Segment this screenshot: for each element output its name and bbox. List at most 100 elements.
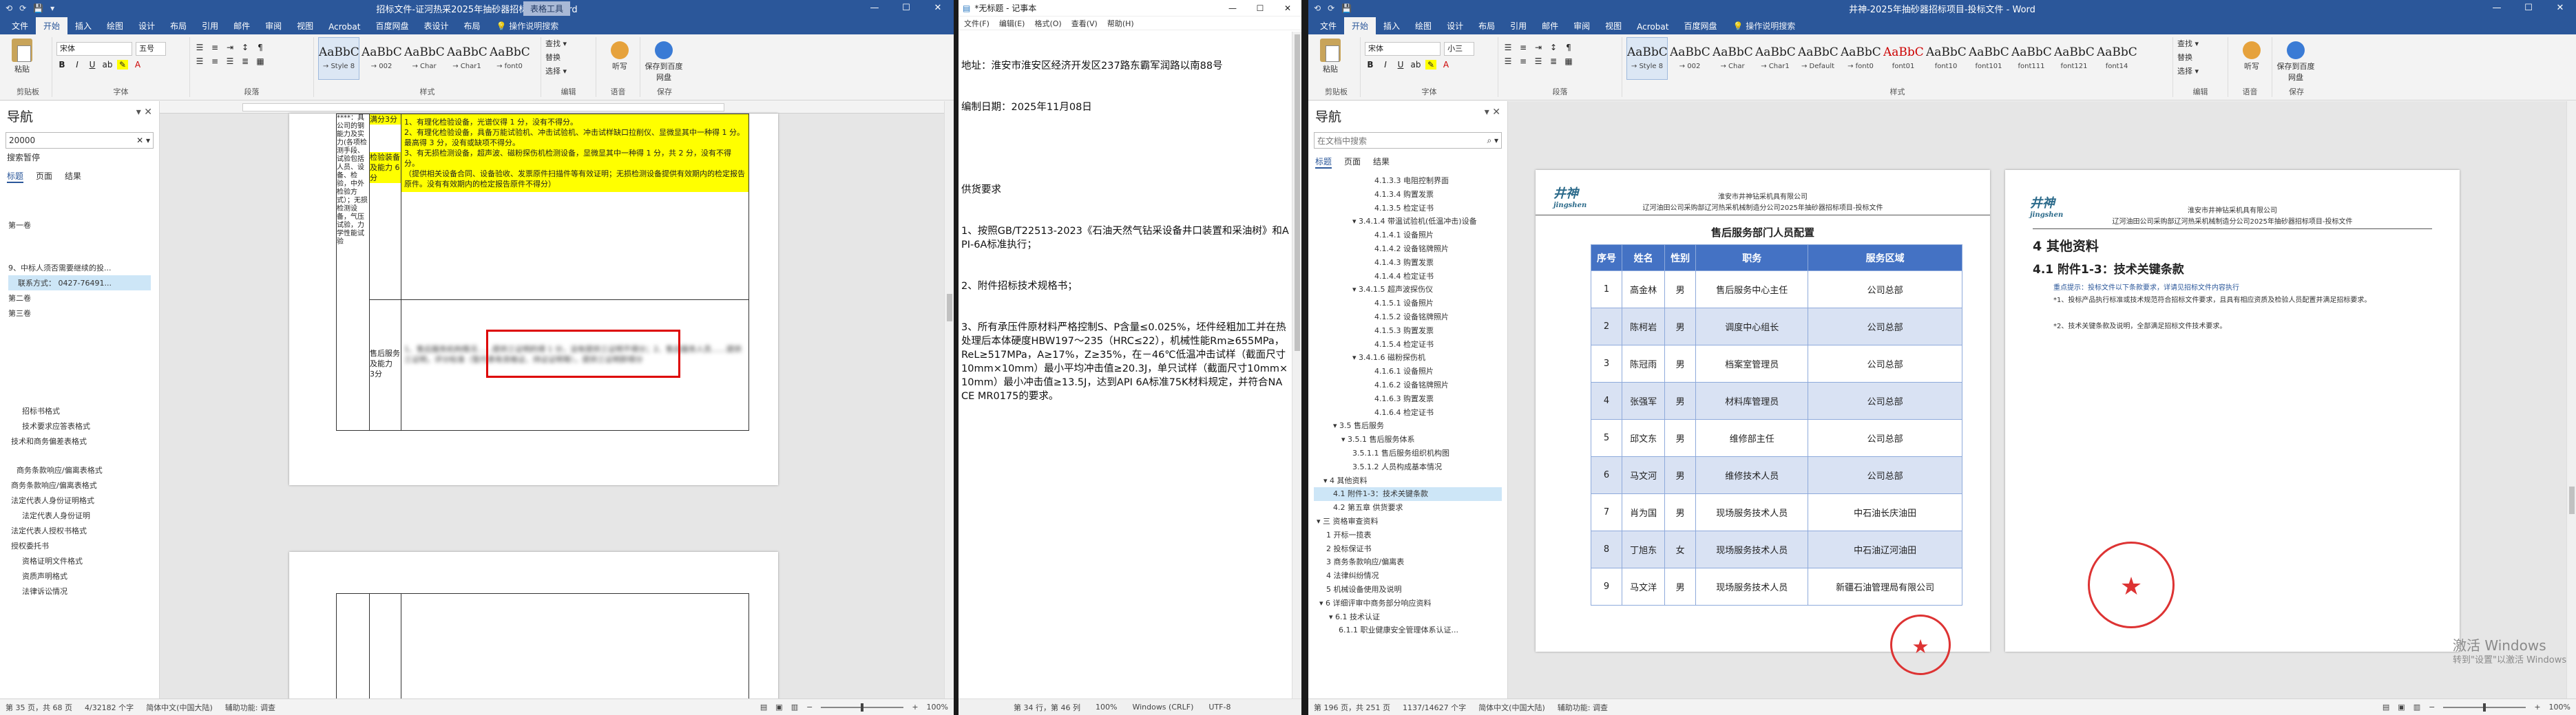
nav-item[interactable]: 第二卷 bbox=[8, 290, 151, 306]
nav-item[interactable]: ▾ 6.1 技术认证 bbox=[1314, 610, 1502, 624]
nav-item[interactable]: 4.1.5.1 设备照片 bbox=[1314, 297, 1502, 310]
nav-item[interactable]: ▾ 3.4.1.6 磁粉探伤机 bbox=[1314, 351, 1502, 365]
tab-insert[interactable]: 插入 bbox=[67, 17, 99, 34]
nav-search-input[interactable]: 20000 ✕ ▾ bbox=[6, 132, 154, 149]
style-tile[interactable]: AaBbCc → 002 bbox=[1669, 37, 1710, 80]
read-mode-icon[interactable]: ▤ bbox=[2383, 703, 2389, 712]
nav-item[interactable]: 1 开标一揽表 bbox=[1314, 529, 1502, 542]
tab-table-layout[interactable]: 布局 bbox=[456, 17, 488, 34]
bold-button[interactable]: B bbox=[56, 60, 67, 70]
document-area[interactable]: 井神 jingshen 淮安市井神钻采机具有限公司 辽河油田公司采购部辽河热采机械… bbox=[1508, 101, 2576, 698]
style-tile[interactable]: AaBbCcD font10 bbox=[1925, 37, 1967, 80]
nav-tab-headings[interactable]: 标题 bbox=[7, 170, 24, 183]
indent-icon[interactable]: ⇥ bbox=[1533, 43, 1544, 52]
tab-view[interactable]: 视图 bbox=[289, 17, 321, 34]
nav-item[interactable]: 4.1.6.2 设备铭牌照片 bbox=[1314, 378, 1502, 392]
style-tile[interactable]: AaBbCc → 002 bbox=[361, 37, 402, 80]
tab-design[interactable]: 设计 bbox=[1439, 17, 1471, 34]
style-tile[interactable]: AaBbCcD → Char1 bbox=[1755, 37, 1796, 80]
tab-baidu[interactable]: 百度网盘 bbox=[368, 17, 416, 34]
nav-item[interactable]: 3.5.1.1 售后服务组织机构图 bbox=[1314, 447, 1502, 460]
show-marks-icon[interactable]: ¶ bbox=[1563, 43, 1574, 52]
nav-item[interactable]: 联系方式： 0427-76491... bbox=[8, 275, 151, 290]
nav-item[interactable]: 4.1.6.1 设备照片 bbox=[1314, 365, 1502, 378]
style-tile[interactable]: AaBbCcDi font01 bbox=[1883, 37, 1924, 80]
nav-item[interactable]: 第一卷 bbox=[8, 217, 151, 233]
nav-item[interactable]: ▾ 3.4.1.5 超声波探伤仪 bbox=[1314, 283, 1502, 297]
tab-insert[interactable]: 插入 bbox=[1376, 17, 1407, 34]
nav-item[interactable]: 4.1.5.3 购置发票 bbox=[1314, 324, 1502, 338]
nav-item[interactable]: ▾ 3.4.1.4 带温试验机(低温冲击)设备 bbox=[1314, 215, 1502, 228]
menu-format[interactable]: 格式(O) bbox=[1034, 18, 1061, 28]
save-icon[interactable]: 💾 bbox=[1341, 3, 1352, 13]
menu-file[interactable]: 文件(F) bbox=[964, 18, 989, 28]
close-button[interactable]: ✕ bbox=[2544, 0, 2576, 17]
print-layout-icon[interactable]: ▣ bbox=[775, 703, 782, 712]
zoom-out-button[interactable]: − bbox=[2429, 703, 2435, 712]
tab-mailings[interactable]: 邮件 bbox=[1534, 17, 1566, 34]
justify-icon[interactable]: ≣ bbox=[240, 56, 251, 66]
font-color-button[interactable]: A bbox=[1441, 60, 1452, 70]
maximize-button[interactable]: ☐ bbox=[1246, 0, 1274, 17]
nav-item[interactable]: 2 投标保证书 bbox=[1314, 542, 1502, 556]
paste-button[interactable]: 粘贴 bbox=[1317, 39, 1344, 77]
tell-me-search[interactable]: 💡 操作说明搜索 bbox=[1724, 17, 1803, 34]
nav-item[interactable]: 法律诉讼情况 bbox=[8, 584, 151, 599]
web-layout-icon[interactable]: ▥ bbox=[2413, 703, 2420, 712]
dictate-button[interactable]: 听写 bbox=[600, 41, 639, 72]
language[interactable]: 简体中文(中国大陆) bbox=[1478, 702, 1545, 713]
nav-tab-pages[interactable]: 页面 bbox=[1344, 156, 1361, 169]
align-center-icon[interactable]: ≡ bbox=[1518, 56, 1529, 66]
menu-edit[interactable]: 编辑(E) bbox=[999, 18, 1025, 28]
word-count[interactable]: 4/32182 个字 bbox=[85, 702, 134, 713]
nav-item[interactable]: 4.1.6.4 检定证书 bbox=[1314, 406, 1502, 420]
nav-item[interactable]: 技术和商务偏差表格式 bbox=[8, 434, 151, 449]
tab-home[interactable]: 开始 bbox=[1344, 17, 1376, 34]
style-tile[interactable]: AaBbCcD font111 bbox=[2011, 37, 2052, 80]
select-button[interactable]: 选择 ▾ bbox=[2177, 65, 2223, 78]
nav-item[interactable]: 4.1.4.2 设备铭牌照片 bbox=[1314, 242, 1502, 256]
nav-tab-pages[interactable]: 页面 bbox=[36, 170, 52, 183]
bold-button[interactable]: B bbox=[1365, 60, 1376, 70]
zoom-in-button[interactable]: + bbox=[2534, 703, 2540, 712]
nav-item[interactable]: 4.1.4.4 检定证书 bbox=[1314, 270, 1502, 284]
nav-item[interactable]: 3 商务条款响应/偏离表 bbox=[1314, 555, 1502, 569]
nav-tab-results[interactable]: 结果 bbox=[65, 170, 81, 183]
tab-layout[interactable]: 布局 bbox=[163, 17, 194, 34]
style-tile[interactable]: AaBbCcD → font0 bbox=[1840, 37, 1881, 80]
nav-item[interactable]: 4.1.3.5 检定证书 bbox=[1314, 202, 1502, 215]
nav-item[interactable]: ▾ 3.5.1 售后服务体系 bbox=[1314, 433, 1502, 447]
nav-item[interactable]: 法定代表人身份证明 bbox=[8, 508, 151, 523]
print-layout-icon[interactable]: ▣ bbox=[2398, 703, 2405, 712]
close-button[interactable]: ✕ bbox=[922, 0, 954, 17]
vertical-scrollbar[interactable] bbox=[2566, 101, 2576, 698]
qat-more-icon[interactable]: ▾ bbox=[50, 3, 54, 13]
justify-icon[interactable]: ≣ bbox=[1548, 56, 1559, 66]
zoom-in-button[interactable]: + bbox=[912, 703, 918, 712]
menu-help[interactable]: 帮助(H) bbox=[1107, 18, 1134, 28]
nav-search-input[interactable]: 在文档中搜索 ⌕ ▾ bbox=[1314, 132, 1502, 149]
nav-item[interactable]: 法定代表人授权书格式 bbox=[8, 523, 151, 538]
nav-item[interactable]: 商务条款响应/偏离表格式 bbox=[8, 478, 151, 493]
numbering-icon[interactable]: ≡ bbox=[209, 43, 220, 52]
save-baidu-button[interactable]: 保存到百度网盘 bbox=[645, 41, 683, 83]
nav-item[interactable]: 4.1.5.2 设备铭牌照片 bbox=[1314, 310, 1502, 324]
style-tile[interactable]: AaBbCc → Char bbox=[404, 37, 445, 80]
tab-references[interactable]: 引用 bbox=[1502, 17, 1534, 34]
strike-button[interactable]: ab bbox=[102, 60, 113, 70]
minimize-button[interactable]: — bbox=[859, 0, 890, 17]
style-tile[interactable]: AaBbCc → Char1 bbox=[446, 37, 488, 80]
nav-item[interactable]: 5 机械设备使用及说明 bbox=[1314, 583, 1502, 597]
font-name-box[interactable]: 宋体 bbox=[56, 41, 132, 56]
replace-button[interactable]: 替换 bbox=[545, 51, 591, 65]
tab-design[interactable]: 设计 bbox=[131, 17, 163, 34]
tab-home[interactable]: 开始 bbox=[36, 17, 68, 34]
read-mode-icon[interactable]: ▤ bbox=[760, 703, 767, 712]
redo-icon[interactable]: ⟳ bbox=[19, 3, 26, 13]
close-button[interactable]: ✕ bbox=[1274, 0, 1301, 17]
save-baidu-button[interactable]: 保存到百度网盘 bbox=[2276, 41, 2315, 83]
italic-button[interactable]: I bbox=[1380, 60, 1391, 70]
style-tile[interactable]: AaBbCcD font101 bbox=[1968, 37, 2009, 80]
style-tile[interactable]: AaBbCc → font0 bbox=[489, 37, 530, 80]
tab-baidu[interactable]: 百度网盘 bbox=[1676, 17, 1724, 34]
